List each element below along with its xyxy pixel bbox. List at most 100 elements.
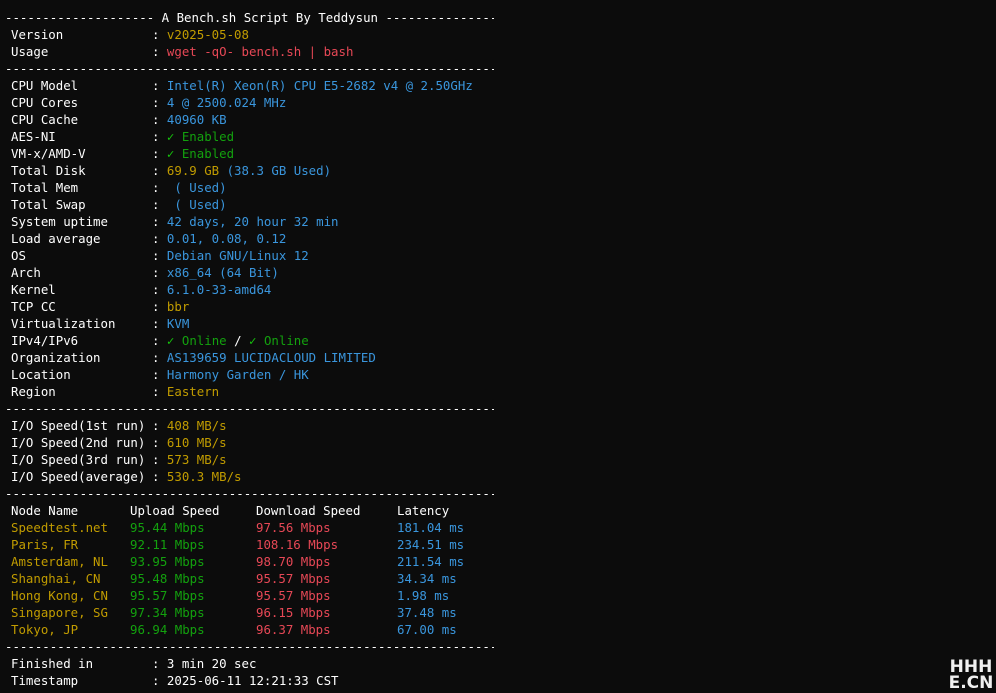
watermark-logo: HHH E.CN xyxy=(948,659,994,692)
system-total-mem-label: Total Mem xyxy=(11,180,79,195)
title-text: -------------------- A Bench.sh Script B… xyxy=(5,10,494,25)
system-aes-ni-row: AES-NI: ✓ Enabled xyxy=(5,128,497,145)
usage-row: Usage: wget -qO- bench.sh | bash xyxy=(5,43,497,60)
speedtest-header: Node Name Upload Speed Download Speed Laten… xyxy=(5,502,497,519)
system-total-mem-value: ( Used) xyxy=(166,180,227,195)
system-cpu-cores-row: CPU Cores: 4 @ 2500.024 MHz xyxy=(5,94,497,111)
system-load-average-value: 0.01, 0.08, 0.12 xyxy=(166,231,287,246)
latency: 34.34 ms xyxy=(397,571,457,586)
system-cpu-model-value: Intel(R) Xeon(R) CPU E5-2682 v4 @ 2.50GH… xyxy=(166,78,473,93)
network-info: Organization: AS139659 LUCIDACLOUD LIMIT… xyxy=(5,349,497,400)
system-arch-value: x86_64 (64 Bit) xyxy=(166,265,279,280)
io-row: I/O Speed(3rd run): 573 MB/s xyxy=(5,451,497,468)
colon: : xyxy=(152,367,167,382)
network-location-row: Location: Harmony Garden / HK xyxy=(5,366,497,383)
system-kernel-row: Kernel: 6.1.0-33-amd64 xyxy=(5,281,497,298)
finished-row: Finished in: 3 min 20 sec xyxy=(5,655,497,672)
system-info: CPU Model: Intel(R) Xeon(R) CPU E5-2682 … xyxy=(5,77,497,332)
system-total-disk-value: 69.9 GB xyxy=(166,163,220,178)
colon: : xyxy=(152,673,167,688)
upload-speed: 95.57 Mbps xyxy=(130,588,205,603)
colon: : xyxy=(152,95,167,110)
table-row: Shanghai, CN 95.48 Mbps 95.57 Mbps 34.34 ms xyxy=(5,570,497,587)
node-name: Shanghai, CN xyxy=(11,571,101,586)
colon: : xyxy=(152,656,167,671)
separator-text: ----------------------------------------… xyxy=(5,61,494,76)
system-cpu-model-label: CPU Model xyxy=(11,78,79,93)
colon: : xyxy=(152,129,167,144)
colon: : xyxy=(152,214,167,229)
system-total-mem-row: Total Mem: ( Used) xyxy=(5,179,497,196)
system-aes-ni-label: AES-NI xyxy=(11,129,56,144)
io-label: I/O Speed(3rd run) xyxy=(11,452,146,467)
speedtest-table: Speedtest.net 95.44 Mbps 97.56 Mbps 181.04 … xyxy=(5,519,497,638)
system-os-row: OS: Debian GNU/Linux 12 xyxy=(5,247,497,264)
node-name: Hong Kong, CN xyxy=(11,588,108,603)
latency: 1.98 ms xyxy=(397,588,450,603)
node-name: Paris, FR xyxy=(11,537,79,552)
colon: : xyxy=(152,384,167,399)
separator-line: ----------------------------------------… xyxy=(5,485,497,502)
io-label: I/O Speed(average) xyxy=(11,469,146,484)
system-os-value: Debian GNU/Linux 12 xyxy=(166,248,309,263)
colon: : xyxy=(152,299,167,314)
system-tcp-cc-value: bbr xyxy=(166,299,190,314)
ipv6-status: Online xyxy=(263,333,309,348)
system-load-average-label: Load average xyxy=(11,231,101,246)
system-aes-ni-value: Enabled xyxy=(174,129,235,144)
system-total-swap-label: Total Swap xyxy=(11,197,86,212)
download-speed: 98.70 Mbps xyxy=(256,554,331,569)
header-latency: Latency xyxy=(397,503,450,518)
upload-speed: 93.95 Mbps xyxy=(130,554,205,569)
latency: 234.51 ms xyxy=(397,537,465,552)
table-row: Paris, FR 92.11 Mbps 108.16 Mbps 234.51 ms xyxy=(5,536,497,553)
system-cpu-cache-value: 40960 KB xyxy=(166,112,227,127)
colon: : xyxy=(152,282,167,297)
colon: : xyxy=(152,265,167,280)
upload-speed: 96.94 Mbps xyxy=(130,622,205,637)
system-total-swap-row: Total Swap: ( Used) xyxy=(5,196,497,213)
colon: : xyxy=(152,146,167,161)
io-label: I/O Speed(1st run) xyxy=(11,418,146,433)
header-download: Download Speed xyxy=(256,503,361,518)
system-virtualization-row: Virtualization: KVM xyxy=(5,315,497,332)
io-value: 530.3 MB/s xyxy=(166,469,242,484)
table-row: Singapore, SG 97.34 Mbps 96.15 Mbps 37.48 m… xyxy=(5,604,497,621)
timestamp-label: Timestamp xyxy=(11,673,79,688)
download-speed: 96.37 Mbps xyxy=(256,622,331,637)
io-label: I/O Speed(2nd run) xyxy=(11,435,146,450)
separator-text: ----------------------------------------… xyxy=(5,639,494,654)
colon: : xyxy=(152,197,167,212)
ipv4-status: Online xyxy=(181,333,227,348)
io-speed-info: I/O Speed(1st run): 408 MB/s I/O Speed(2n… xyxy=(5,417,497,485)
network-region-value: Eastern xyxy=(166,384,220,399)
system-cpu-cores-value: 4 @ 2500.024 MHz xyxy=(166,95,287,110)
node-name: Speedtest.net xyxy=(11,520,108,535)
colon: : xyxy=(152,27,167,42)
system-virtualization-value: KVM xyxy=(166,316,190,331)
system-cpu-cores-label: CPU Cores xyxy=(11,95,79,110)
separator-text: ----------------------------------------… xyxy=(5,486,494,501)
system-system-uptime-label: System uptime xyxy=(11,214,108,229)
timestamp-value: 2025-06-11 12:21:33 CST xyxy=(166,673,339,688)
io-value: 573 MB/s xyxy=(166,452,227,467)
network-organization-value: AS139659 LUCIDACLOUD LIMITED xyxy=(166,350,376,365)
latency: 211.54 ms xyxy=(397,554,465,569)
ipv-label: IPv4/IPv6 xyxy=(11,333,79,348)
usage-label: Usage xyxy=(11,44,49,59)
network-organization-row: Organization: AS139659 LUCIDACLOUD LIMIT… xyxy=(5,349,497,366)
separator-line: ----------------------------------------… xyxy=(5,638,497,655)
io-value: 610 MB/s xyxy=(166,435,227,450)
terminal-output[interactable]: -------------------- A Bench.sh Script B… xyxy=(5,9,497,689)
download-speed: 97.56 Mbps xyxy=(256,520,331,535)
system-arch-row: Arch: x86_64 (64 Bit) xyxy=(5,264,497,281)
io-row: I/O Speed(average): 530.3 MB/s xyxy=(5,468,497,485)
system-kernel-value: 6.1.0-33-amd64 xyxy=(166,282,272,297)
upload-speed: 92.11 Mbps xyxy=(130,537,205,552)
latency: 37.48 ms xyxy=(397,605,457,620)
download-speed: 95.57 Mbps xyxy=(256,588,331,603)
separator-line: ----------------------------------------… xyxy=(5,60,497,77)
system-kernel-label: Kernel xyxy=(11,282,56,297)
timestamp-row: Timestamp: 2025-06-11 12:21:33 CST xyxy=(5,672,497,689)
network-location-label: Location xyxy=(11,367,71,382)
